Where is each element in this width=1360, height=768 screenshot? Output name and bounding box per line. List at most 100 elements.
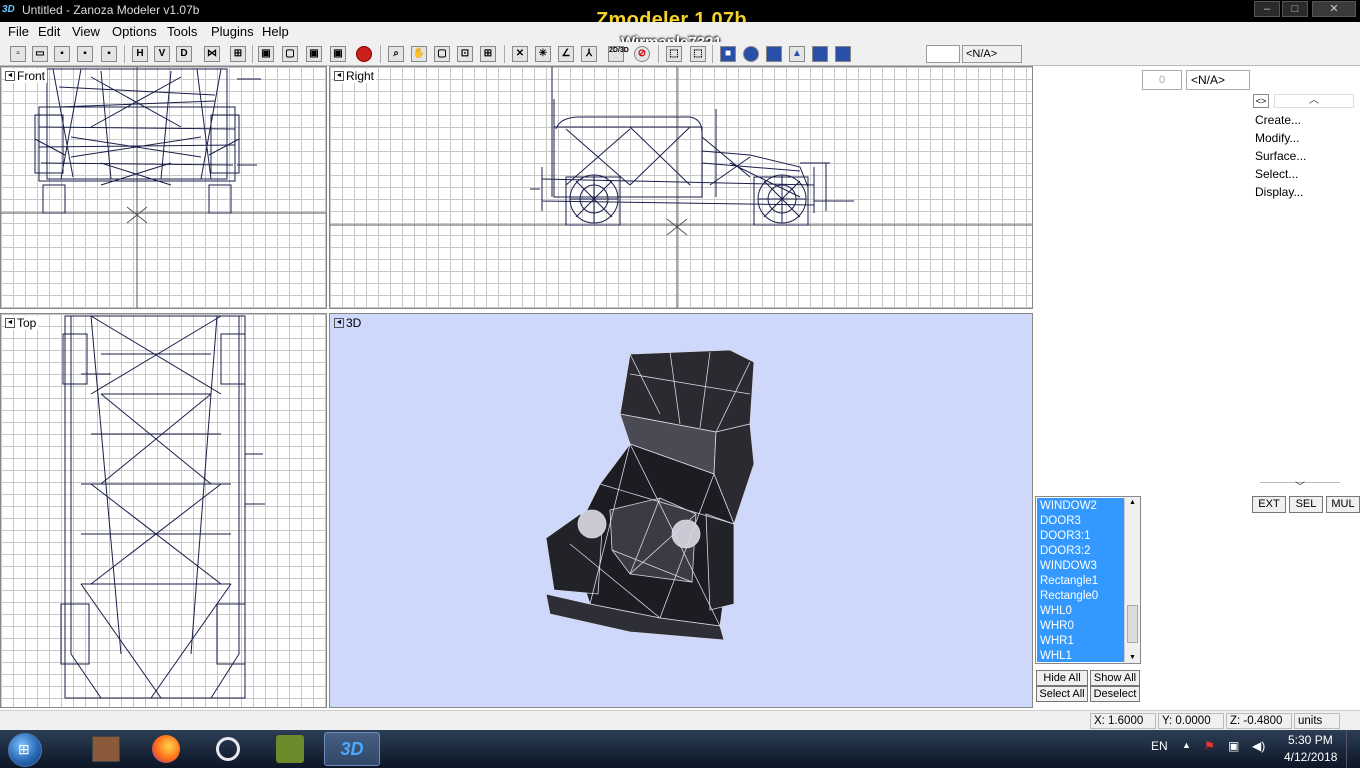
clock-date[interactable]: 4/12/2018 (1284, 750, 1337, 764)
ext-mode-button[interactable]: EXT (1252, 496, 1286, 513)
select-all-button[interactable]: Select All (1036, 686, 1088, 702)
viewport-menu-icon[interactable]: ◄ (5, 318, 15, 328)
tube-primitive-icon[interactable] (835, 46, 851, 62)
box-shaded-icon[interactable]: ▣ (306, 46, 322, 62)
delete-mode-button[interactable]: D (176, 46, 192, 62)
vertex-mode-button[interactable]: V (154, 46, 170, 62)
open-file-icon[interactable]: ▭ (32, 46, 48, 62)
box-primitive-icon[interactable]: ■ (720, 46, 736, 62)
network-icon[interactable]: ▣ (1228, 739, 1239, 753)
list-item[interactable]: DOOR3:2 (1040, 544, 1126, 559)
merge-icon[interactable]: ▪ (101, 46, 117, 62)
sel-mode-button[interactable]: SEL (1289, 496, 1323, 513)
save-as-icon[interactable]: ▪ (77, 46, 93, 62)
save-icon[interactable]: ▪ (54, 46, 70, 62)
chevron-down-icon[interactable]: ﹀ (1260, 482, 1340, 494)
toolbar-selection-field[interactable]: <N/A> (962, 45, 1022, 63)
list-item[interactable]: WHL1 (1040, 649, 1126, 664)
viewport-menu-icon[interactable]: ◄ (334, 318, 344, 328)
panel-toggle-button[interactable]: <> (1253, 94, 1269, 108)
toolbar-spinner[interactable] (926, 45, 960, 63)
modify-command[interactable]: Modify... (1255, 131, 1299, 145)
list-item[interactable]: DOOR3:1 (1040, 529, 1126, 544)
panel-selection-field[interactable]: <N/A> (1186, 70, 1250, 90)
zoom-all-icon[interactable]: ⊞ (480, 46, 496, 62)
viewport-menu-icon[interactable]: ◄ (334, 71, 344, 81)
box-outline-icon[interactable]: ▢ (282, 46, 298, 62)
scroll-thumb[interactable] (1127, 605, 1138, 643)
new-file-icon[interactable]: ▫ (10, 46, 26, 62)
box-icon[interactable]: ▣ (258, 46, 274, 62)
render-sphere-icon[interactable] (356, 46, 372, 62)
list-item[interactable]: WHR0 (1040, 619, 1126, 634)
start-button[interactable]: ⊞ (8, 733, 42, 767)
right-viewport[interactable]: ◄ Right (329, 66, 1033, 309)
create-command[interactable]: Create... (1255, 113, 1301, 127)
object-list[interactable]: WINDOW2 DOOR3 DOOR3:1 DOOR3:2 WINDOW3 Re… (1035, 496, 1141, 664)
menu-options[interactable]: Options (112, 24, 157, 39)
chevron-up-icon[interactable]: ︿ (1274, 94, 1354, 108)
list-item[interactable]: WINDOW2 (1040, 499, 1126, 514)
front-viewport[interactable]: ◄ Front (0, 66, 327, 309)
top-viewport[interactable]: ◄ Top (0, 313, 327, 708)
panel-spinner[interactable]: 0 (1142, 70, 1182, 90)
list-item[interactable]: WHR1 (1040, 634, 1126, 649)
deselect-button[interactable]: Deselect (1090, 686, 1140, 702)
star-axis-icon[interactable]: ✳ (535, 46, 551, 62)
list-item[interactable]: Rectangle0 (1040, 589, 1126, 604)
display-command[interactable]: Display... (1255, 185, 1303, 199)
list-item[interactable]: WHL0 (1040, 604, 1126, 619)
menu-view[interactable]: View (72, 24, 100, 39)
torus-primitive-icon[interactable] (812, 46, 828, 62)
firefox-icon[interactable] (138, 732, 194, 766)
box-red-icon[interactable]: ▣ (330, 46, 346, 62)
list-item[interactable]: Rectangle1 (1040, 574, 1126, 589)
minimize-button[interactable]: – (1254, 1, 1280, 17)
select-dotted-icon[interactable]: ⬚ (690, 46, 706, 62)
hide-all-button[interactable]: Hide All (1036, 670, 1088, 686)
maximize-button[interactable]: □ (1282, 1, 1308, 17)
no-entry-icon[interactable]: ⊘ (634, 46, 650, 62)
perspective-viewport[interactable]: ◄ 3D (329, 313, 1033, 708)
menu-edit[interactable]: Edit (38, 24, 60, 39)
select-command[interactable]: Select... (1255, 167, 1298, 181)
sphere-primitive-icon[interactable] (743, 46, 759, 62)
zoom-box-icon[interactable]: ▢ (434, 46, 450, 62)
zmodeler-task-button[interactable]: 3D (324, 732, 380, 766)
viewport-menu-icon[interactable]: ◄ (5, 71, 15, 81)
menu-help[interactable]: Help (262, 24, 289, 39)
close-button[interactable]: ✕ (1312, 1, 1356, 17)
volume-icon[interactable]: ◀) (1252, 739, 1265, 753)
app-avatar-icon[interactable] (78, 732, 134, 766)
surface-command[interactable]: Surface... (1255, 149, 1306, 163)
axis-angle-icon[interactable]: ∠ (558, 46, 574, 62)
select-box-icon[interactable]: ⬚ (666, 46, 682, 62)
cone-primitive-icon[interactable]: ▲ (789, 46, 805, 62)
tray-expand-icon[interactable]: ▲ (1182, 740, 1191, 750)
zoom-icon[interactable]: ⌕ (388, 46, 404, 62)
mul-mode-button[interactable]: MUL (1326, 496, 1360, 513)
hierarchy-icon[interactable]: ⊞ (230, 46, 246, 62)
menu-file[interactable]: File (8, 24, 29, 39)
menu-tools[interactable]: Tools (167, 24, 197, 39)
zoom-extents-icon[interactable]: ⊡ (457, 46, 473, 62)
cylinder-primitive-icon[interactable] (766, 46, 782, 62)
axis-icon[interactable]: ✕ (512, 46, 528, 62)
pan-hand-icon[interactable]: ✋ (411, 46, 427, 62)
hide-mode-button[interactable]: H (132, 46, 148, 62)
show-desktop-button[interactable] (1346, 730, 1360, 768)
list-item[interactable]: DOOR3 (1040, 514, 1126, 529)
paint-tool-icon[interactable] (200, 732, 256, 766)
show-all-button[interactable]: Show All (1090, 670, 1140, 686)
language-indicator[interactable]: EN (1151, 739, 1168, 753)
list-scrollbar[interactable]: ▲ ▼ (1124, 497, 1140, 663)
scroll-down-icon[interactable]: ▼ (1129, 654, 1136, 661)
axis-y-icon[interactable]: ⅄ (581, 46, 597, 62)
list-item[interactable]: WINDOW3 (1040, 559, 1126, 574)
scroll-up-icon[interactable]: ▲ (1129, 499, 1136, 506)
link-icon[interactable]: ⋈ (204, 46, 220, 62)
clock-time[interactable]: 5:30 PM (1288, 733, 1333, 747)
menu-plugins[interactable]: Plugins (211, 24, 254, 39)
game-app-icon[interactable] (262, 732, 318, 766)
action-center-icon[interactable]: ⚑ (1204, 739, 1215, 753)
